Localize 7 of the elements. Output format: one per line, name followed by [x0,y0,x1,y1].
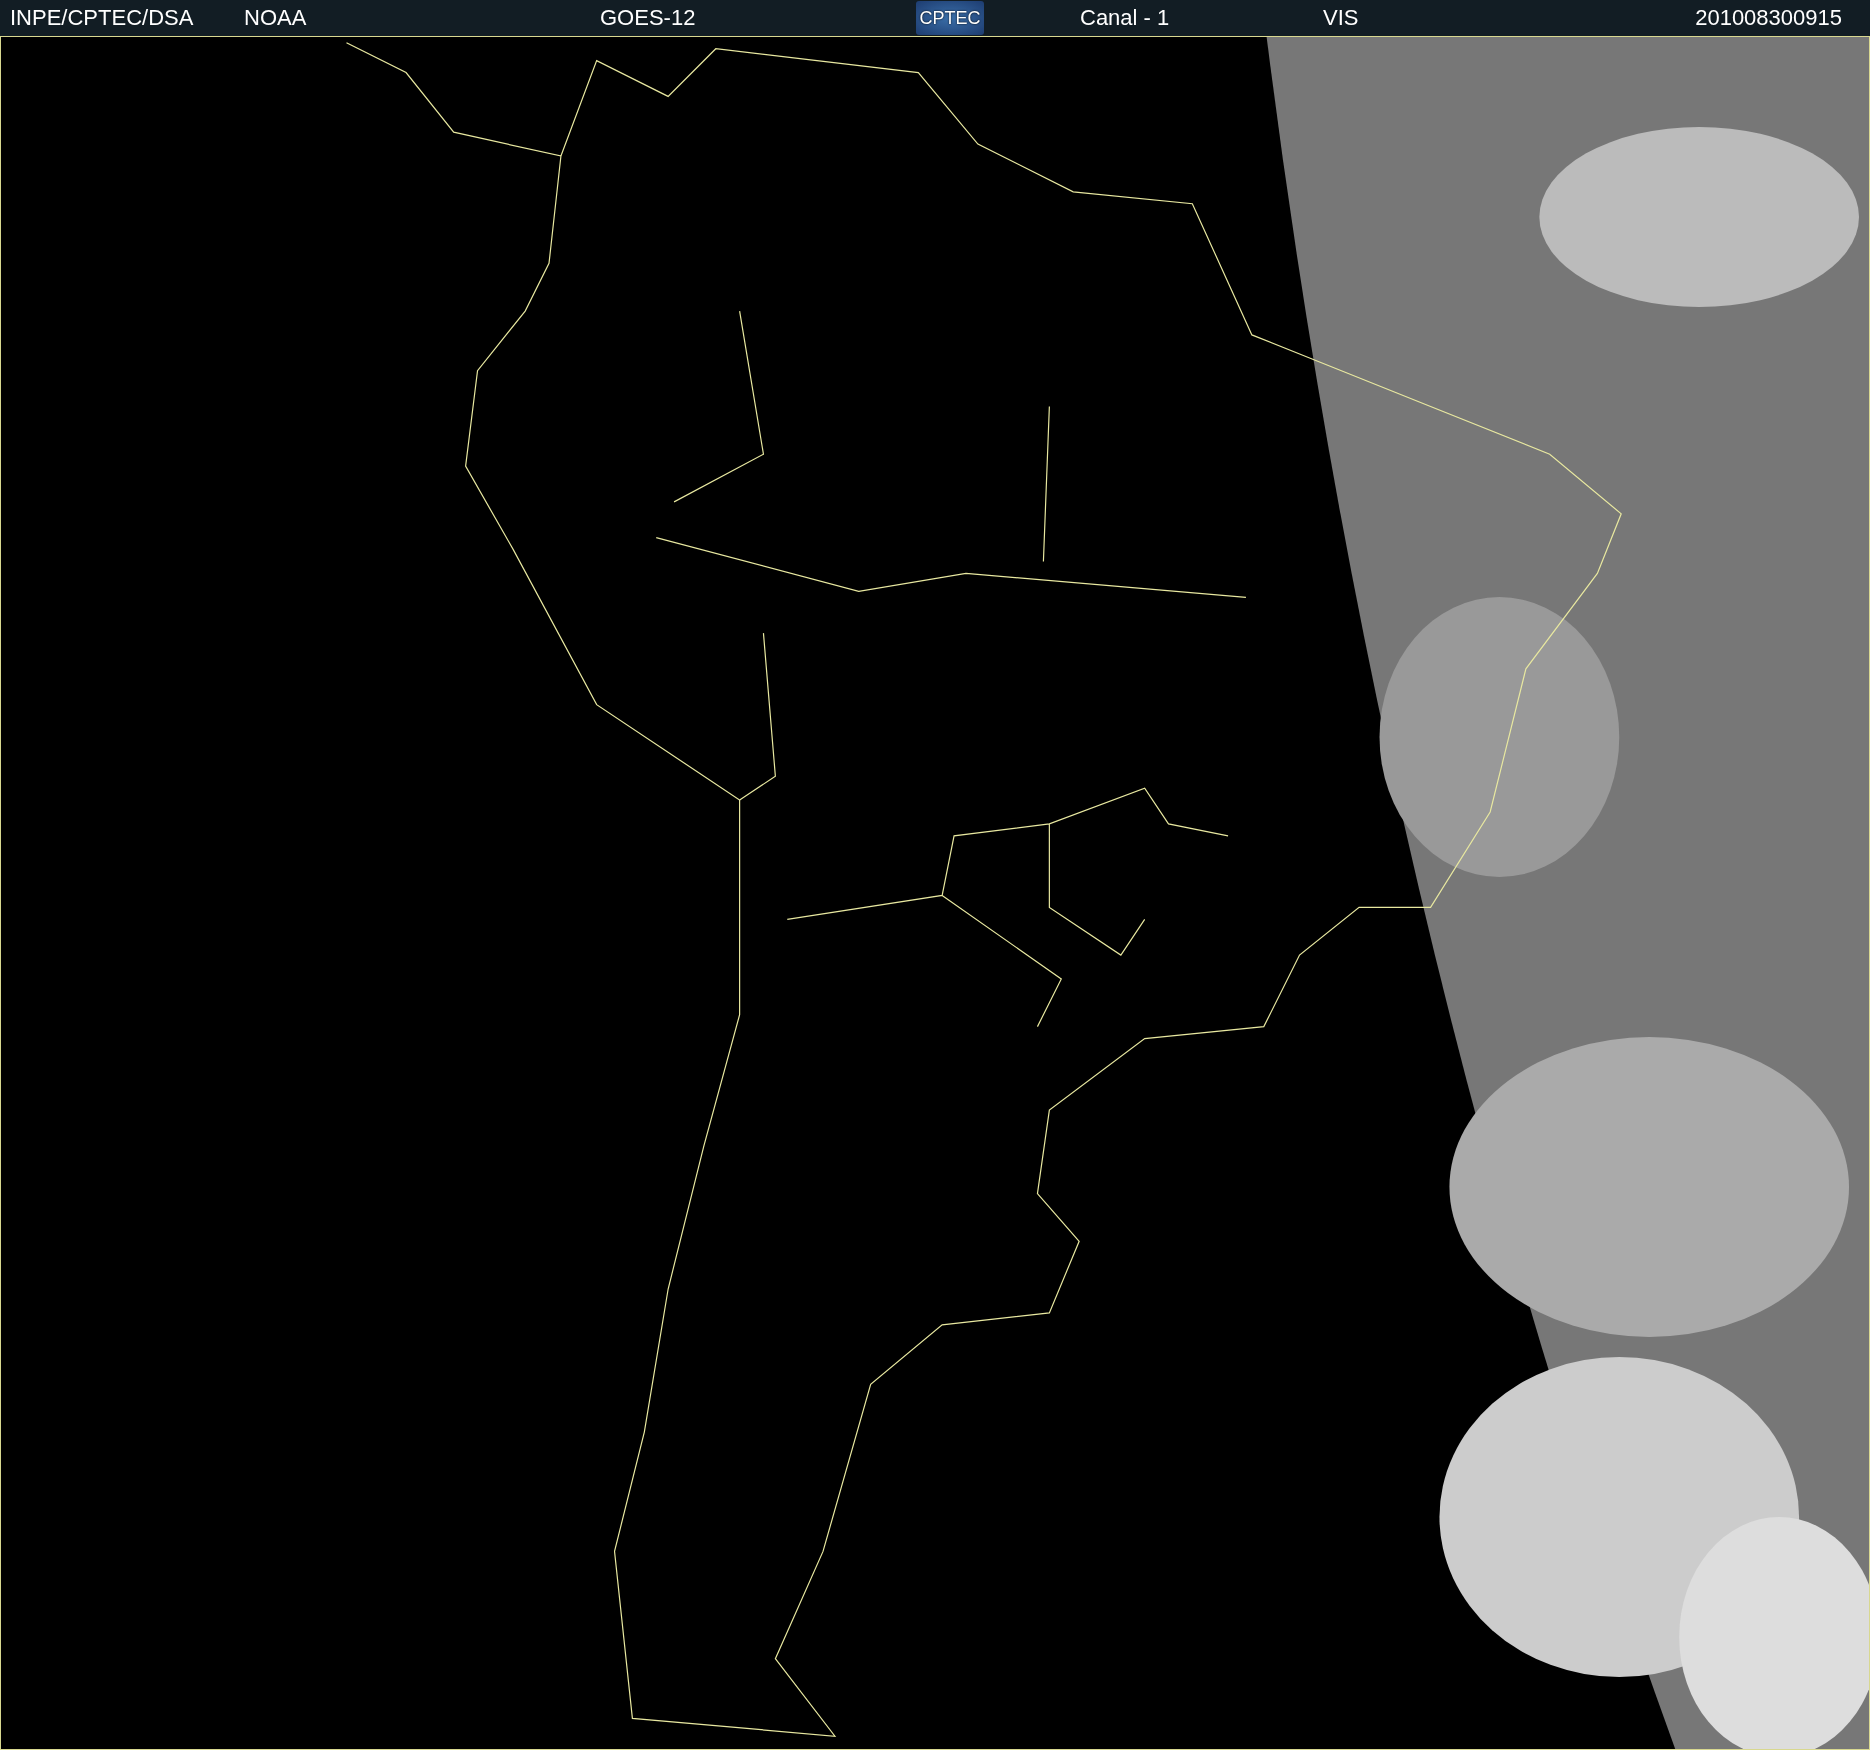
logo-badge: CPTEC [916,1,984,35]
band-label: VIS [1323,5,1360,31]
channel-label: Canal - 1 [1080,5,1171,31]
timestamp-label: 201008300915 [1695,5,1842,31]
agency-label: NOAA [244,5,308,31]
source-label: INPE/CPTEC/DSA [10,5,195,31]
satellite-label: GOES-12 [600,5,697,31]
